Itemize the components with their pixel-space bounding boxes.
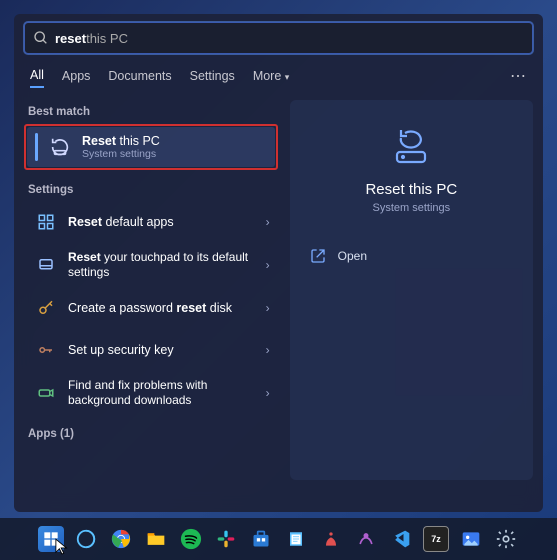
taskbar-app-red[interactable] [318,526,344,552]
reset-pc-large-icon [387,126,435,171]
chevron-right-icon: › [262,386,274,400]
taskbar-slack[interactable] [213,526,239,552]
taskbar-vscode[interactable] [388,526,414,552]
filter-tabs: All Apps Documents Settings More ▾ ⋯ [24,64,533,88]
tab-settings[interactable]: Settings [190,65,235,87]
taskbar-spotify[interactable] [178,526,204,552]
taskbar-notepad[interactable] [283,526,309,552]
start-button[interactable] [38,526,64,552]
section-best-match: Best match [28,106,274,118]
section-apps: Apps (1) [28,428,274,440]
chevron-right-icon: › [262,301,274,315]
key-icon [32,294,60,322]
result-password-reset-disk[interactable]: Create a password reset disk › [24,288,278,328]
result-reset-touchpad[interactable]: Reset your touchpad to its default setti… [24,244,278,286]
open-icon [310,248,326,264]
preview-subtitle: System settings [373,202,451,214]
preview-pane: Reset this PC System settings Open [290,100,533,480]
result-security-key[interactable]: Set up security key › [24,330,278,370]
taskbar-app-swirl[interactable] [73,526,99,552]
taskbar: 7z [0,518,557,560]
chevron-right-icon: › [262,343,274,357]
taskbar-7zip[interactable]: 7z [423,526,449,552]
taskbar-app-purple[interactable] [353,526,379,552]
taskbar-photos[interactable] [458,526,484,552]
taskbar-chrome[interactable] [108,526,134,552]
troubleshoot-icon [32,379,60,407]
preview-title: Reset this PC [365,181,457,198]
more-options-icon[interactable]: ⋯ [510,66,527,86]
open-action[interactable]: Open [306,242,517,270]
tab-documents[interactable]: Documents [108,65,171,87]
tab-all[interactable]: All [30,64,44,88]
tab-more[interactable]: More ▾ [253,65,290,87]
search-input[interactable]: reset this PC [24,22,533,54]
taskbar-settings[interactable] [493,526,519,552]
apps-icon [32,208,60,236]
result-reset-this-pc[interactable]: Reset this PC System settings [27,127,275,167]
search-icon [33,30,49,46]
security-key-icon [32,336,60,364]
reset-pc-icon [46,133,74,161]
touchpad-icon [32,251,60,279]
results-list: Best match Reset this PC System settings… [24,100,278,480]
tab-apps[interactable]: Apps [62,65,91,87]
chevron-right-icon: › [262,258,274,272]
search-query: reset this PC [55,31,128,46]
result-reset-default-apps[interactable]: Reset default apps › [24,202,278,242]
result-fix-downloads[interactable]: Find and fix problems with background do… [24,372,278,414]
taskbar-store[interactable] [248,526,274,552]
section-settings: Settings [28,184,274,196]
annotation-highlight: Reset this PC System settings [24,124,278,170]
taskbar-file-explorer[interactable] [143,526,169,552]
chevron-right-icon: › [262,215,274,229]
search-panel: reset this PC All Apps Documents Setting… [14,14,543,512]
